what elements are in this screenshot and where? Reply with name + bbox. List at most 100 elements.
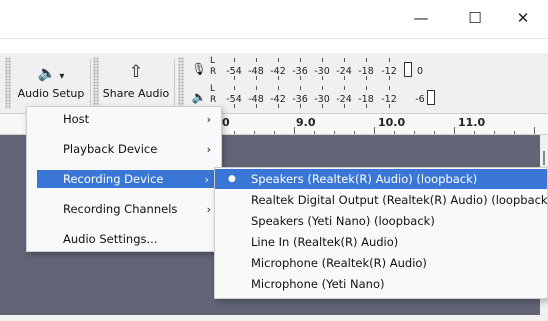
share-audio-button[interactable]: ⇧ Share Audio <box>102 56 170 108</box>
channel-labels: LR <box>210 56 217 77</box>
meter-tick <box>366 58 367 62</box>
recording-device-submenu: ● Speakers (Realtek(R) Audio) (loopback) R… <box>214 167 548 299</box>
meter-tick <box>278 86 279 90</box>
meter-tick <box>256 86 257 90</box>
meter-tick <box>389 58 390 62</box>
scrollbar-thumb[interactable] <box>543 151 545 165</box>
meter-tick <box>389 104 390 108</box>
channel-labels: LR <box>210 84 217 105</box>
chevron-down-icon: ▾ <box>59 71 65 82</box>
meter-tick <box>322 104 323 108</box>
share-audio-label: Share Audio <box>102 87 170 100</box>
toolbar-grip[interactable] <box>5 57 11 109</box>
level-slider-handle[interactable] <box>404 62 412 77</box>
recording-device-option[interactable]: Realtek Digital Output (Realtek(R) Audio… <box>215 190 548 210</box>
toolbar: 🔈 ▾ Audio Setup ⇧ Share Audio 🎙 LR -54 -48… <box>0 53 548 114</box>
close-button[interactable]: ✕ <box>500 0 546 36</box>
audio-setup-menu: Host › Playback Device › Recording Device › Re… <box>26 106 222 252</box>
close-icon: ✕ <box>516 9 530 27</box>
menu-item-label: Playback Device <box>63 142 158 156</box>
menu-item-playback-device[interactable]: Playback Device › <box>27 137 221 161</box>
level-slider-handle[interactable] <box>427 90 435 105</box>
ruler-tick <box>474 131 475 134</box>
meter-tick-label: 0 <box>416 66 424 77</box>
menu-item-label: Audio Settings... <box>63 232 158 246</box>
ruler-tick <box>374 127 375 134</box>
meter-tick <box>256 58 257 62</box>
menu-item-audio-settings[interactable]: Audio Settings... <box>27 227 221 251</box>
audio-setup-label: Audio Setup <box>17 87 85 100</box>
recording-device-option[interactable]: Microphone (Yeti Nano) <box>215 274 547 294</box>
chevron-right-icon: › <box>206 112 211 126</box>
record-meter-scale[interactable]: -54 -48 -42 -36 -30 -24 -18 -12 0 <box>222 58 514 80</box>
recording-device-option[interactable]: Microphone (Realtek(R) Audio) <box>215 253 547 273</box>
ruler-label: 9.0 <box>296 116 316 129</box>
ruler-tick <box>234 131 235 134</box>
recording-device-option[interactable]: Speakers (Yeti Nano) (loopback) <box>215 211 547 231</box>
meter-tick <box>366 104 367 108</box>
audio-setup-button[interactable]: 🔈 ▾ Audio Setup <box>15 56 87 108</box>
microphone-icon[interactable]: 🎙 <box>190 59 208 79</box>
ruler-tick <box>494 131 495 134</box>
device-label: Microphone (Yeti Nano) <box>251 277 385 291</box>
ruler-tick <box>514 131 515 134</box>
meter-tick <box>389 86 390 90</box>
meter-tick <box>322 76 323 80</box>
recording-device-option[interactable]: ● Speakers (Realtek(R) Audio) (loopback) <box>215 169 547 189</box>
menu-item-label: Recording Device <box>63 172 164 186</box>
menu-item-recording-channels[interactable]: Recording Channels › <box>27 197 221 221</box>
meter-tick <box>234 58 235 62</box>
maximize-button[interactable]: ☐ <box>452 0 498 36</box>
speaker-icon[interactable]: 🔈 <box>190 87 208 107</box>
recording-device-option[interactable]: Line In (Realtek(R) Audio) <box>215 232 547 252</box>
toolbar-grip[interactable] <box>93 57 99 109</box>
ruler-tick <box>434 131 435 134</box>
meter-tick <box>300 76 301 80</box>
ruler-tick <box>254 131 255 134</box>
meter-tick <box>344 86 345 90</box>
meter-tick <box>256 76 257 80</box>
meter-tick <box>366 76 367 80</box>
meter-tick <box>300 58 301 62</box>
device-label: Microphone (Realtek(R) Audio) <box>251 256 427 270</box>
playback-meter[interactable]: 🔈 LR -54 -48 -42 -36 -30 -24 -18 -12 -6 <box>190 84 548 110</box>
ruler-tick <box>454 127 455 134</box>
chevron-right-icon: › <box>204 172 209 186</box>
meter-tick <box>344 76 345 80</box>
menu-item-recording-device[interactable]: Recording Device › <box>27 167 221 191</box>
meter-tick <box>300 86 301 90</box>
meter-tick <box>234 86 235 90</box>
minimize-icon: — <box>413 9 429 27</box>
meter-tick <box>278 76 279 80</box>
share-icon: ⇧ <box>128 62 144 82</box>
meter-tick <box>322 58 323 62</box>
ruler-label: 10.0 <box>378 116 406 129</box>
toolbar-grip[interactable] <box>178 57 184 109</box>
minimize-button[interactable]: — <box>398 0 444 36</box>
meter-tick <box>278 104 279 108</box>
ruler-tick <box>314 131 315 134</box>
meter-tick <box>366 86 367 90</box>
ruler-tick <box>354 131 355 134</box>
ruler-tick <box>414 131 415 134</box>
menu-bar <box>0 38 548 54</box>
ruler-tick <box>294 127 295 134</box>
meter-tick <box>278 58 279 62</box>
meter-tick <box>256 104 257 108</box>
ruler-tick <box>534 127 535 134</box>
meter-tick <box>300 104 301 108</box>
ruler-label: 11.0 <box>458 116 486 129</box>
chevron-right-icon: › <box>206 142 211 156</box>
device-label: Line In (Realtek(R) Audio) <box>251 235 399 249</box>
ruler-label: 0 <box>222 116 230 129</box>
menu-item-label: Host <box>63 112 90 126</box>
meter-tick <box>389 76 390 80</box>
meter-tick <box>322 86 323 90</box>
chevron-right-icon: › <box>206 202 211 216</box>
menu-item-label: Recording Channels <box>63 202 178 216</box>
record-meter[interactable]: 🎙 LR -54 -48 -42 -36 -30 -24 -18 -12 0 <box>190 56 548 82</box>
menu-item-host[interactable]: Host › <box>27 107 221 131</box>
ruler-tick <box>334 131 335 134</box>
playback-meter-scale[interactable]: -54 -48 -42 -36 -30 -24 -18 -12 -6 <box>222 86 514 108</box>
device-label: Realtek Digital Output (Realtek(R) Audio… <box>251 193 548 207</box>
